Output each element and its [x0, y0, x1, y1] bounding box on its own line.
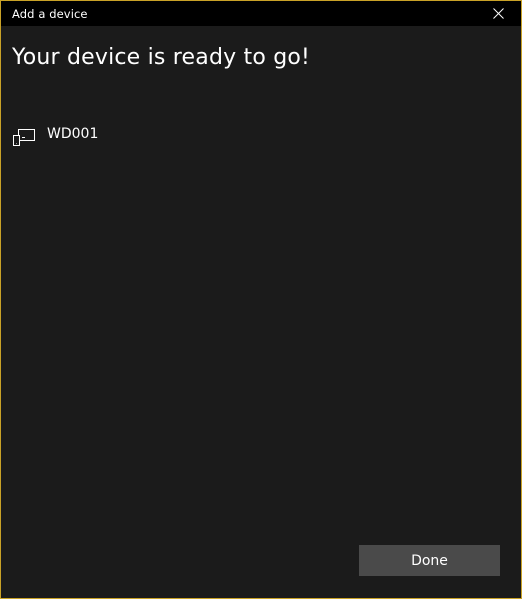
page-heading: Your device is ready to go!	[12, 45, 311, 70]
window-title: Add a device	[12, 7, 88, 21]
close-button[interactable]	[475, 1, 521, 26]
add-device-window: Add a device Your device is ready to go!	[0, 0, 522, 599]
device-name: WD001	[47, 126, 99, 142]
titlebar: Add a device	[1, 1, 521, 26]
device-list-item: WD001	[11, 125, 98, 149]
close-icon	[492, 8, 504, 19]
done-button[interactable]: Done	[359, 545, 500, 576]
display-device-icon	[11, 126, 37, 148]
